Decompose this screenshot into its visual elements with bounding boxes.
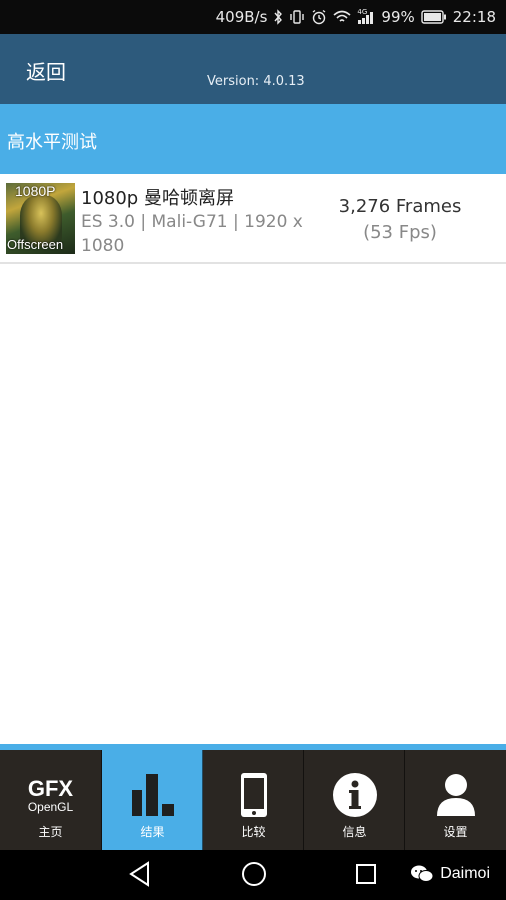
home-circle-icon[interactable] bbox=[240, 860, 268, 892]
gfx-logo-text: GFX bbox=[27, 776, 74, 801]
section-title: 高水平测试 bbox=[7, 132, 97, 153]
test-name: 1080p 曼哈顿离屏 bbox=[81, 188, 234, 209]
user-icon bbox=[435, 770, 477, 820]
back-button[interactable]: 返回 bbox=[26, 56, 66, 85]
bar-chart-icon bbox=[129, 770, 177, 820]
score-frames: 3,276 Frames bbox=[338, 196, 462, 217]
tab-compare[interactable]: 比较 bbox=[203, 750, 304, 850]
alarm-icon bbox=[311, 9, 327, 25]
recents-square-icon[interactable] bbox=[354, 860, 378, 892]
watermark: Daimoi bbox=[410, 864, 490, 884]
thumbnail-resolution-label: 1080P bbox=[15, 183, 56, 199]
wifi-icon bbox=[333, 10, 351, 24]
tab-results[interactable]: 结果 bbox=[102, 750, 203, 850]
tab-results-label: 结果 bbox=[140, 825, 165, 839]
battery-icon bbox=[421, 10, 447, 24]
battery-percent: 99% bbox=[381, 8, 415, 26]
result-row[interactable]: 1080P Offscreen 1080p 曼哈顿离屏 ES 3.0 | Mal… bbox=[0, 174, 506, 264]
vibrate-icon bbox=[289, 9, 305, 25]
bluetooth-icon bbox=[273, 9, 283, 25]
signal-icon: 4G bbox=[357, 9, 375, 25]
section-header: 高水平测试 bbox=[0, 104, 506, 174]
clock: 22:18 bbox=[452, 8, 496, 26]
opengl-logo-text: OpenGL bbox=[27, 800, 74, 814]
status-bar: 409B/s 4G 99% 22:18 bbox=[0, 0, 506, 34]
gfx-opengl-logo: GFX OpenGL bbox=[28, 774, 73, 818]
tab-info-label: 信息 bbox=[342, 825, 367, 839]
wechat-icon bbox=[411, 865, 434, 882]
app-screen: 409B/s 4G 99% 22:18 返回 Version: 4.0.13 高… bbox=[0, 0, 506, 900]
test-details: ES 3.0 | Mali-G71 | 1920 x 1080 bbox=[81, 212, 303, 256]
tab-info[interactable]: 信息 bbox=[304, 750, 405, 850]
tab-compare-label: 比较 bbox=[241, 825, 266, 839]
test-thumbnail: 1080P Offscreen bbox=[6, 183, 75, 254]
navigation-bar: Daimoi bbox=[0, 850, 506, 900]
tab-settings[interactable]: 设置 bbox=[405, 750, 506, 850]
tab-home-label: 主页 bbox=[38, 825, 63, 839]
info-icon bbox=[332, 770, 378, 820]
phone-icon bbox=[239, 770, 269, 820]
tab-home[interactable]: GFX OpenGL 主页 bbox=[0, 750, 101, 850]
score-fps: (53 Fps) bbox=[363, 222, 437, 243]
watermark-text: Daimoi bbox=[440, 865, 490, 882]
network-label: 4G bbox=[357, 8, 368, 16]
app-header: 返回 Version: 4.0.13 bbox=[0, 34, 506, 104]
net-speed: 409B/s bbox=[215, 8, 268, 26]
thumbnail-mode-label: Offscreen bbox=[7, 237, 64, 252]
back-triangle-icon[interactable] bbox=[128, 860, 152, 892]
tab-bar: GFX OpenGL 主页 结果 比较 信息 设置 bbox=[0, 744, 506, 850]
version-label: Version: 4.0.13 bbox=[207, 74, 305, 89]
tab-settings-label: 设置 bbox=[443, 825, 468, 839]
